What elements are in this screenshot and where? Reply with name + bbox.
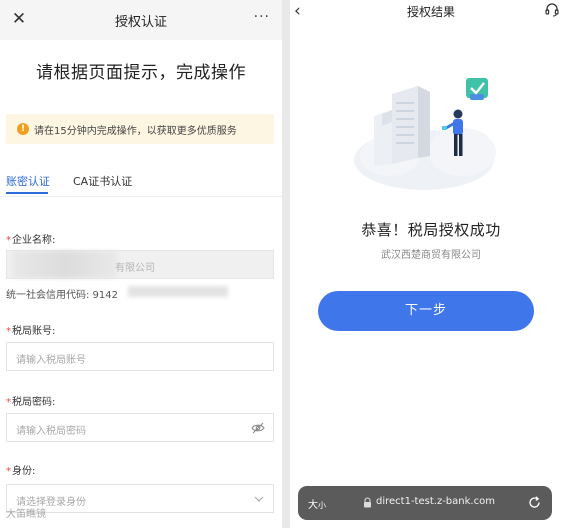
tax-password-label: *税局密码: (6, 393, 55, 408)
auth-result-screen: ‹ 授权结果 恭喜！税局授权成功 武汉西楚商贸有限公司 下一步 大小 direc… (290, 0, 572, 528)
tax-account-input[interactable]: 请输入税局账号 (6, 342, 274, 371)
eye-off-icon[interactable] (251, 421, 265, 435)
instruction-heading: 请根据页面提示，完成操作 (36, 63, 246, 83)
company-name-label: *企业名称: (6, 231, 55, 246)
text-size-large: 大 (308, 500, 318, 511)
required-mark: * (6, 397, 11, 408)
more-options-icon[interactable]: ··· (254, 9, 270, 25)
tax-account-label: *税局账号: (6, 322, 55, 337)
required-mark: * (6, 466, 11, 477)
browser-address-bar[interactable]: 大小 direct1-test.z-bank.com (298, 486, 552, 520)
reload-icon[interactable] (527, 495, 542, 510)
identity-label: *身份: (6, 462, 35, 477)
tab-password-auth[interactable]: 账密认证 (6, 173, 50, 189)
url-text[interactable]: direct1-test.z-bank.com (376, 496, 495, 507)
redacted-credit-code (128, 286, 228, 297)
notice-banner: ! 请在15分钟内完成操作，以获取更多优质服务 (6, 114, 274, 144)
tab-divider (0, 196, 282, 197)
company-name-suffix: 有限公司 (115, 263, 155, 274)
notice-text: 请在15分钟内完成操作，以获取更多优质服务 (34, 126, 237, 137)
chevron-down-icon (254, 496, 264, 502)
text-size-small: 小 (318, 501, 326, 510)
page-title: 授权认证 (114, 15, 167, 30)
headset-icon[interactable] (544, 2, 560, 18)
tax-account-placeholder: 请输入税局账号 (16, 355, 86, 366)
text-size-control[interactable]: 大小 (308, 496, 326, 511)
watermark: 大笛瞧镜 (6, 509, 46, 520)
nav-bar: ✕ 授权认证 ··· (0, 0, 282, 40)
identity-label-text: 身份: (12, 466, 36, 477)
success-title: 恭喜！税局授权成功 (361, 221, 501, 239)
tax-account-label-text: 税局账号: (12, 326, 56, 337)
tab-ca-certificate-auth[interactable]: CA证书认证 (73, 173, 132, 189)
success-illustration (354, 78, 496, 190)
tax-password-label-text: 税局密码: (12, 397, 56, 408)
active-tab-indicator (6, 192, 48, 194)
screen-divider (282, 0, 290, 528)
company-name-field: 有限公司 (6, 250, 274, 279)
lock-icon (364, 497, 371, 508)
tax-password-placeholder: 请输入税局密码 (16, 426, 86, 437)
company-name: 武汉西楚商贸有限公司 (381, 250, 481, 261)
credit-code: 统一社会信用代码: 9142 (6, 290, 118, 301)
identity-select[interactable]: 请选择登录身份 (6, 484, 274, 513)
company-name-label-text: 企业名称: (12, 235, 56, 246)
redacted-value (13, 251, 117, 278)
required-mark: * (6, 235, 11, 246)
auth-form-screen: ✕ 授权认证 ··· 请根据页面提示，完成操作 ! 请在15分钟内完成操作，以获… (0, 0, 282, 528)
required-mark: * (6, 326, 11, 337)
tax-password-input[interactable]: 请输入税局密码 (6, 413, 274, 442)
page-title: 授权结果 (406, 5, 455, 19)
next-step-button[interactable]: 下一步 (318, 291, 534, 331)
warning-icon: ! (17, 123, 29, 135)
